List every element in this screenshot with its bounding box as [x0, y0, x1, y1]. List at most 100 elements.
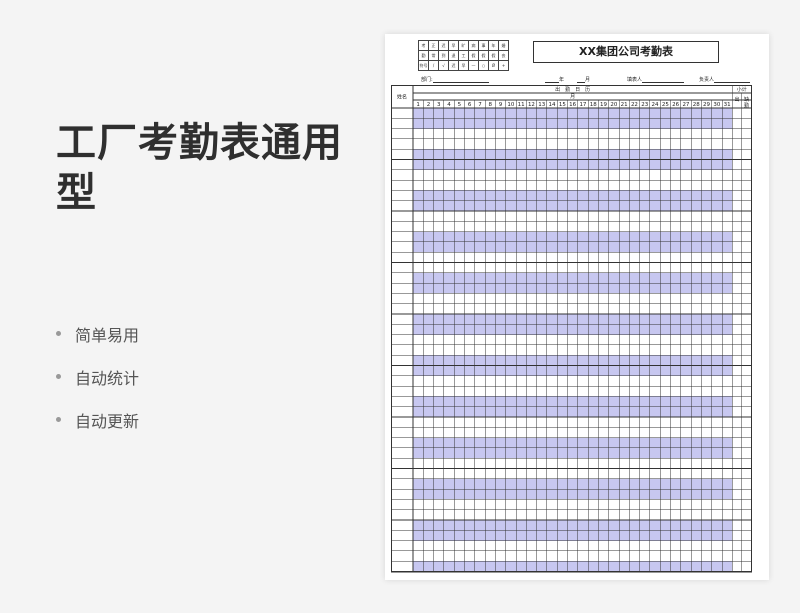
month-field: 月: [577, 76, 590, 83]
day-number: 29: [703, 102, 710, 108]
shaded-row: [413, 478, 733, 490]
feature-label: 自动更新: [75, 411, 140, 431]
shaded-row: [413, 406, 733, 417]
legend-cell: —: [468, 60, 479, 71]
shaded-row: [413, 108, 733, 119]
shaded-row: [413, 118, 733, 129]
legend-cell: +: [498, 60, 509, 71]
day-number: 31: [724, 102, 731, 108]
legend-cell: 正: [428, 40, 439, 51]
legend-cell: 假: [478, 50, 489, 61]
shaded-row: [413, 149, 733, 160]
legend-cell: 病: [468, 40, 479, 51]
dept-field: 部门:: [421, 76, 489, 83]
page-title: 工厂考勤表通用型: [56, 120, 343, 216]
shaded-row: [413, 190, 733, 201]
day-number: 16: [569, 102, 576, 108]
shaded-row: [413, 241, 733, 253]
feature-item: 简单易用: [56, 312, 139, 355]
day-number: 12: [528, 102, 535, 108]
day-number: 4: [447, 102, 451, 108]
day-number: 20: [610, 102, 617, 108]
shaded-row: [413, 437, 733, 448]
bullet-icon: [56, 417, 61, 422]
day-number: 26: [672, 102, 679, 108]
shaded-row: [413, 530, 733, 541]
shaded-row: [413, 231, 733, 242]
day-number: 30: [713, 102, 720, 108]
shaded-row: [413, 561, 733, 572]
legend-cell: ○: [478, 60, 489, 71]
day-number: 23: [641, 102, 648, 108]
legend-cell: √: [438, 60, 449, 71]
legend-cell: 早: [458, 60, 469, 71]
year-field: 年: [545, 76, 564, 83]
day-number: 10: [507, 102, 514, 108]
feature-label: 自动统计: [75, 368, 140, 388]
name-header: 姓名: [397, 94, 407, 101]
feature-item: 自动更新: [56, 398, 139, 441]
shaded-row: [413, 272, 733, 284]
day-number: 6: [468, 102, 472, 108]
out-header: 出: [735, 96, 740, 103]
shaded-row: [413, 489, 733, 500]
day-number: 8: [489, 102, 493, 108]
legend-cell: 早: [448, 40, 459, 51]
day-number: 27: [682, 102, 689, 108]
legend-cell: 迟: [448, 60, 459, 71]
legend-cell: 迟: [438, 40, 449, 51]
shaded-row: [413, 365, 733, 376]
shaded-row: [413, 447, 733, 459]
shaded-row: [413, 355, 733, 366]
legend-cell: 符号: [418, 60, 429, 71]
legend-cell: /: [428, 60, 439, 71]
symbol-legend: 考正迟早旷病事年婚 勤常到退工假假假丧 符号 / √ 迟早 — ○ Ø +: [418, 40, 509, 71]
attendance-grid: 姓名出 勤 日 历月小计出 缺勤1 2 3 4 5 6 7 8 9 10 11 12 13 14 15 16 17…: [391, 85, 752, 573]
legend-cell: 退: [448, 50, 459, 61]
legend-cell: 常: [428, 50, 439, 61]
day-number: 11: [518, 102, 525, 108]
legend-cell: 婚: [498, 40, 509, 51]
shaded-row: [413, 396, 733, 407]
day-number: 21: [621, 102, 628, 108]
sheet-title: XX集团公司考勤表: [533, 41, 719, 63]
shaded-row: [413, 520, 733, 531]
day-number: 1: [416, 102, 420, 108]
subtotal-header: 小计: [737, 86, 747, 93]
month-header: 月: [570, 94, 575, 100]
day-number: 14: [549, 102, 556, 108]
shaded-row: [413, 159, 733, 170]
legend-cell: 旷: [458, 40, 469, 51]
day-number: 22: [631, 102, 638, 108]
legend-cell: 假: [488, 50, 499, 61]
attend-header: 勤: [744, 102, 749, 109]
legend-cell: 考: [418, 40, 429, 51]
legend-cell: 工: [458, 50, 469, 61]
legend-cell: 事: [478, 40, 489, 51]
shaded-row: [413, 200, 733, 211]
day-number: 9: [499, 102, 503, 108]
bullet-icon: [56, 374, 61, 379]
shaded-row: [413, 324, 733, 335]
absent-header: 缺: [744, 96, 749, 103]
legend-cell: 勤: [418, 50, 429, 61]
filler-field: 填表人: [627, 76, 685, 83]
day-number: 2: [427, 102, 431, 108]
day-number: 15: [559, 102, 566, 108]
shaded-row: [413, 283, 733, 294]
day-number: 25: [662, 102, 669, 108]
day-number: 13: [538, 102, 545, 108]
day-number: 7: [478, 102, 482, 108]
day-number: 18: [590, 102, 597, 108]
day-number: 24: [652, 102, 659, 108]
day-number: 5: [458, 102, 462, 108]
shaded-row: [413, 314, 733, 325]
legend-cell: 假: [468, 50, 479, 61]
feature-item: 自动统计: [56, 355, 139, 398]
legend-cell: 年: [488, 40, 499, 51]
legend-cell: 丧: [498, 50, 509, 61]
attendance-sheet-preview: 考正迟早旷病事年婚 勤常到退工假假假丧 符号 / √ 迟早 — ○ Ø + XX集团公司考勤表…: [385, 34, 769, 580]
feature-list: 简单易用 自动统计 自动更新: [56, 312, 139, 441]
legend-cell: 到: [438, 50, 449, 61]
feature-label: 简单易用: [75, 325, 140, 345]
